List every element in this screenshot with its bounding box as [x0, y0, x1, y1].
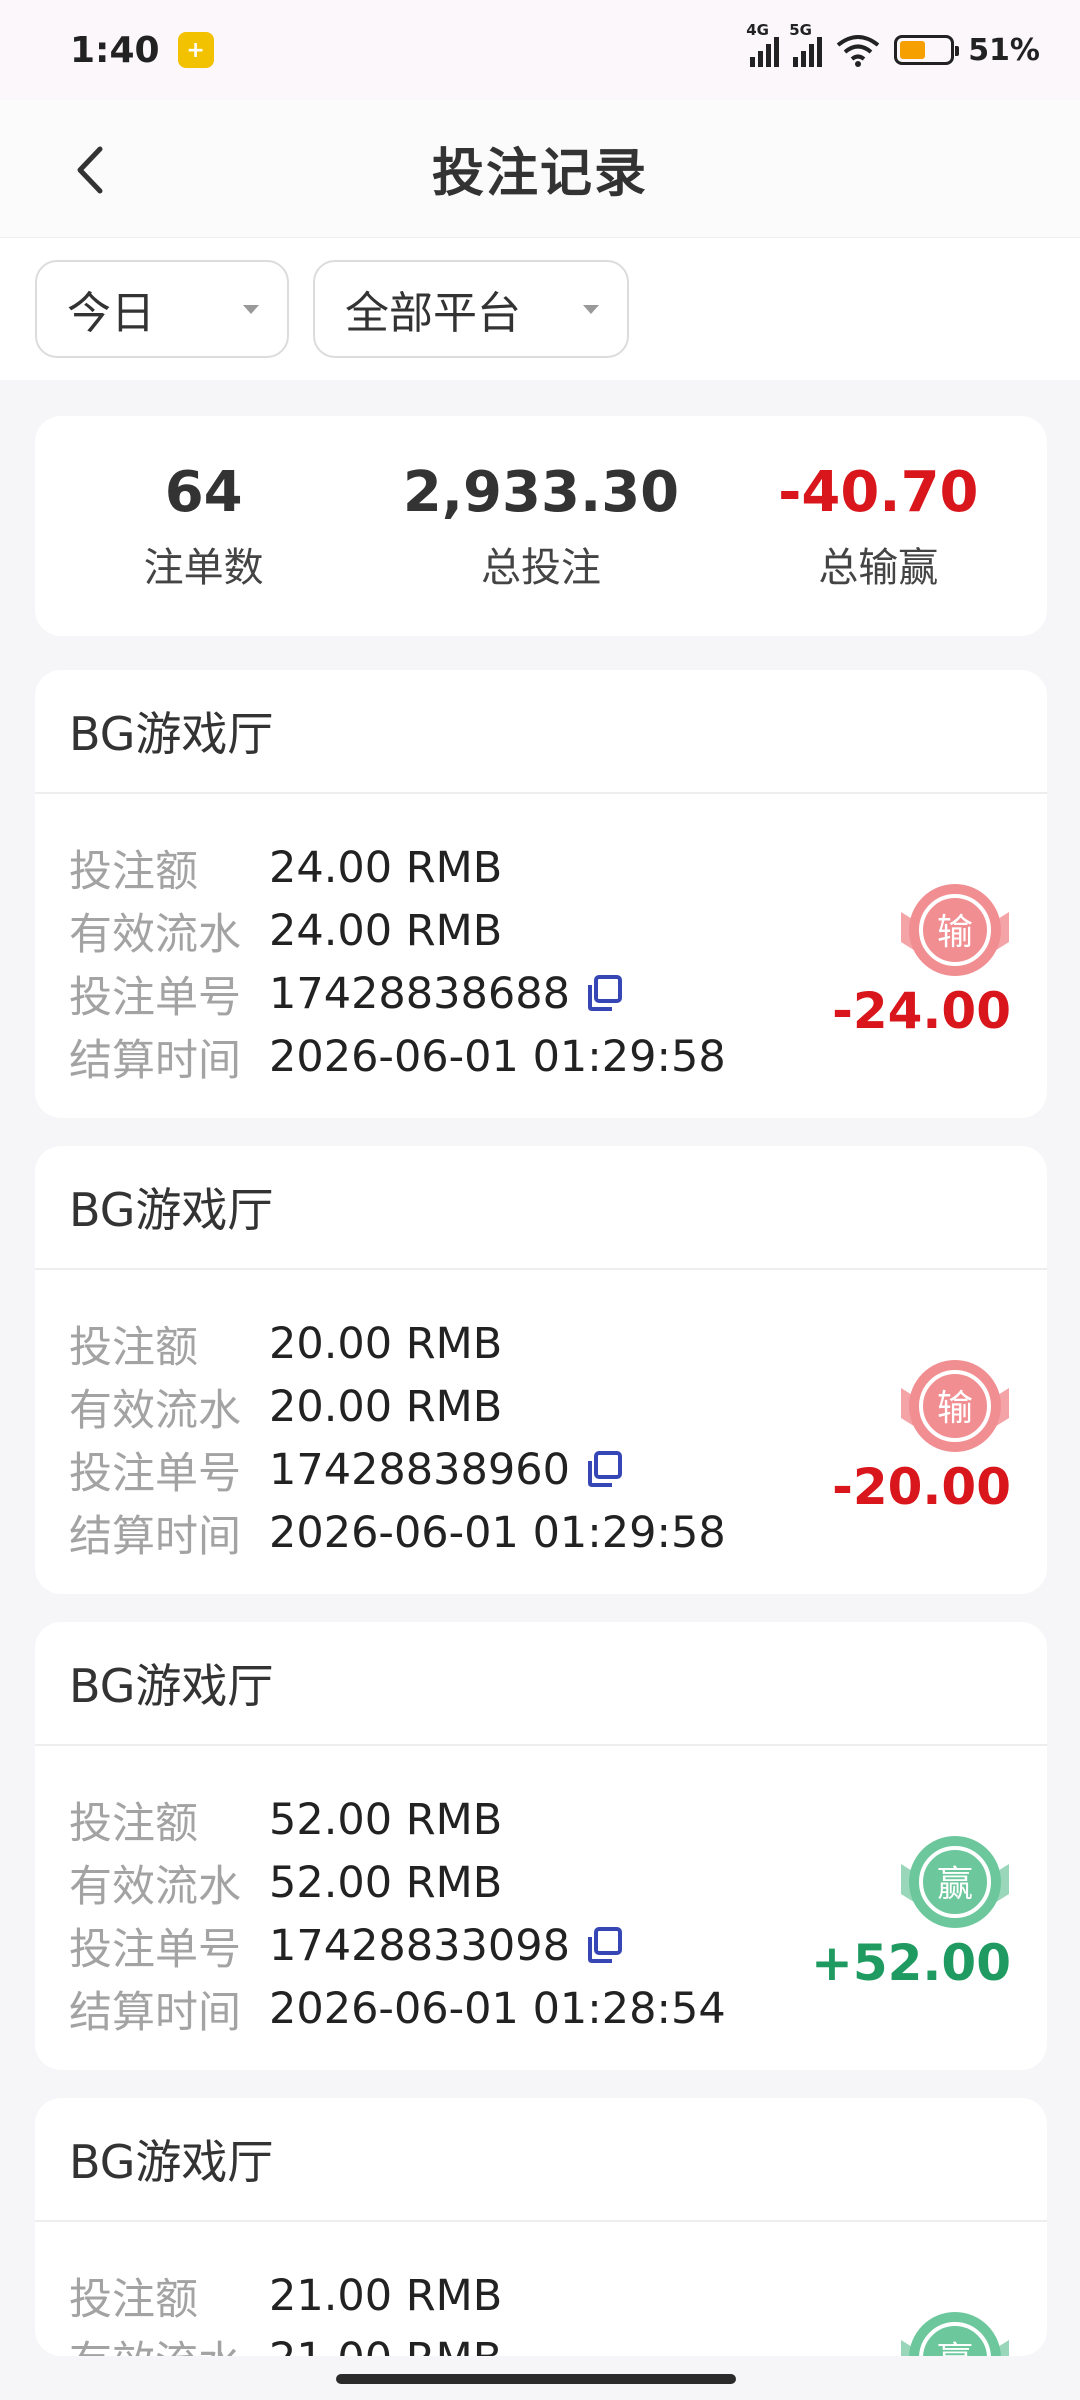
bet-card[interactable]: BG游戏厅 投注额 24.00 RMB 有效流水 24.00 RMB 投注单号 174… — [35, 670, 1047, 1118]
bet-amount-label: 投注额 — [69, 1322, 198, 1373]
bet-result-amount: -20.00 — [832, 1458, 1011, 1516]
caret-down-icon — [583, 304, 599, 314]
network-label-4g: 4G — [746, 21, 769, 39]
filter-bar: 今日 全部平台 — [0, 238, 1080, 380]
settle-time-label: 结算时间 — [69, 1511, 241, 1562]
summary-total-bet-value: 2,933.30 — [402, 459, 680, 525]
bet-card[interactable]: BG游戏厅 投注额 21.00 RMB 有效流水21.00 RMB 赢 — [35, 2098, 1047, 2356]
settle-time-value: 2026-06-01 01:29:58 — [269, 1031, 726, 1082]
date-filter-value: 今日 — [67, 288, 155, 339]
network-label-5g: 5G — [789, 21, 812, 39]
summary-card: 64 注单数 2,933.30 总投注 -40.70 总输赢 — [35, 416, 1047, 636]
summary-total-bet: 2,933.30 总投注 — [372, 416, 709, 636]
bet-result-amount: +52.00 — [810, 1934, 1011, 1992]
bet-amount-value: 21.00 RMB — [269, 2270, 503, 2321]
summary-total-win: -40.70 总输赢 — [710, 416, 1047, 636]
valid-turnover-value: 24.00 RMB — [269, 905, 503, 956]
valid-turnover-label: 有效流水 — [69, 909, 241, 960]
bet-hall-name: BG游戏厅 — [35, 1146, 1047, 1270]
summary-count-value: 64 — [164, 459, 243, 525]
summary-total-win-value: -40.70 — [778, 459, 979, 525]
valid-turnover-label: 有效流水 — [69, 2328, 269, 2357]
platform-filter-value: 全部平台 — [345, 288, 521, 339]
valid-turnover-value: 52.00 RMB — [269, 1857, 503, 1908]
bet-amount-label: 投注额 — [69, 2274, 198, 2325]
page-title: 投注记录 — [431, 144, 648, 204]
bet-amount-label: 投注额 — [69, 1798, 198, 1849]
bet-result-amount: -24.00 — [832, 982, 1011, 1040]
settle-time-value: 2026-06-01 01:28:54 — [269, 1983, 726, 2034]
badge-result-text: 赢 — [937, 2340, 973, 2356]
status-time: 1:40 — [70, 29, 160, 71]
win-badge-icon: 赢 — [901, 2312, 1009, 2356]
battery-icon — [894, 35, 960, 65]
order-no-label: 投注单号 — [69, 1448, 241, 1499]
badge-result-text: 输 — [937, 1388, 973, 1429]
badge-result-text: 赢 — [937, 1864, 973, 1905]
bet-hall-name: BG游戏厅 — [35, 2098, 1047, 2222]
badge-result-text: 输 — [937, 912, 973, 953]
valid-turnover-value: 20.00 RMB — [269, 1381, 503, 1432]
copy-icon[interactable] — [584, 1925, 626, 1967]
bet-hall-name: BG游戏厅 — [35, 1622, 1047, 1746]
copy-icon[interactable] — [584, 1449, 626, 1491]
order-no-label: 投注单号 — [69, 1924, 241, 1975]
bet-amount-value: 24.00 RMB — [269, 842, 503, 893]
valid-turnover-label: 有效流水 — [69, 1385, 241, 1436]
platform-filter-dropdown[interactable]: 全部平台 — [313, 260, 629, 358]
app-header: 投注记录 — [0, 100, 1080, 238]
order-no-value: 17428833098 — [269, 1920, 570, 1971]
wifi-icon — [836, 35, 880, 67]
signal-5g-icon: 5G — [789, 21, 823, 67]
summary-count-label: 注单数 — [143, 544, 264, 591]
order-no-value: 17428838688 — [269, 968, 570, 1019]
bet-amount-value: 52.00 RMB — [269, 1794, 503, 1845]
summary-count: 64 注单数 — [35, 416, 372, 636]
back-button[interactable] — [50, 130, 130, 210]
copy-icon[interactable] — [584, 973, 626, 1015]
caret-down-icon — [243, 304, 259, 314]
status-bar: 1:40 + 4G 5G 51% — [0, 0, 1080, 100]
home-indicator[interactable] — [336, 2374, 736, 2384]
settle-time-value: 2026-06-01 01:29:58 — [269, 1507, 726, 1558]
order-no-value: 17428838960 — [269, 1444, 570, 1495]
lose-badge-icon: 输 — [901, 1360, 1009, 1452]
bet-card[interactable]: BG游戏厅 投注额 52.00 RMB 有效流水 52.00 RMB 投注单号 174… — [35, 1622, 1047, 2070]
date-filter-dropdown[interactable]: 今日 — [35, 260, 289, 358]
order-no-label: 投注单号 — [69, 972, 241, 1023]
battery-percent: 51% — [968, 32, 1040, 68]
settle-time-label: 结算时间 — [69, 1035, 241, 1086]
summary-total-win-label: 总输赢 — [818, 544, 939, 591]
notification-icon: + — [177, 32, 214, 68]
summary-total-bet-label: 总投注 — [480, 544, 601, 591]
bet-hall-name: BG游戏厅 — [35, 670, 1047, 794]
chevron-left-icon — [77, 146, 103, 194]
bet-amount-label: 投注额 — [69, 846, 198, 897]
signal-4g-icon: 4G — [746, 21, 780, 67]
win-badge-icon: 赢 — [901, 1836, 1009, 1928]
valid-turnover-label: 有效流水 — [69, 1861, 241, 1912]
settle-time-label: 结算时间 — [69, 1987, 241, 2038]
lose-badge-icon: 输 — [901, 884, 1009, 976]
bet-card[interactable]: BG游戏厅 投注额 20.00 RMB 有效流水 20.00 RMB 投注单号 174… — [35, 1146, 1047, 1594]
bet-amount-value: 20.00 RMB — [269, 1318, 503, 1369]
valid-turnover-value: 21.00 RMB — [269, 2334, 502, 2357]
